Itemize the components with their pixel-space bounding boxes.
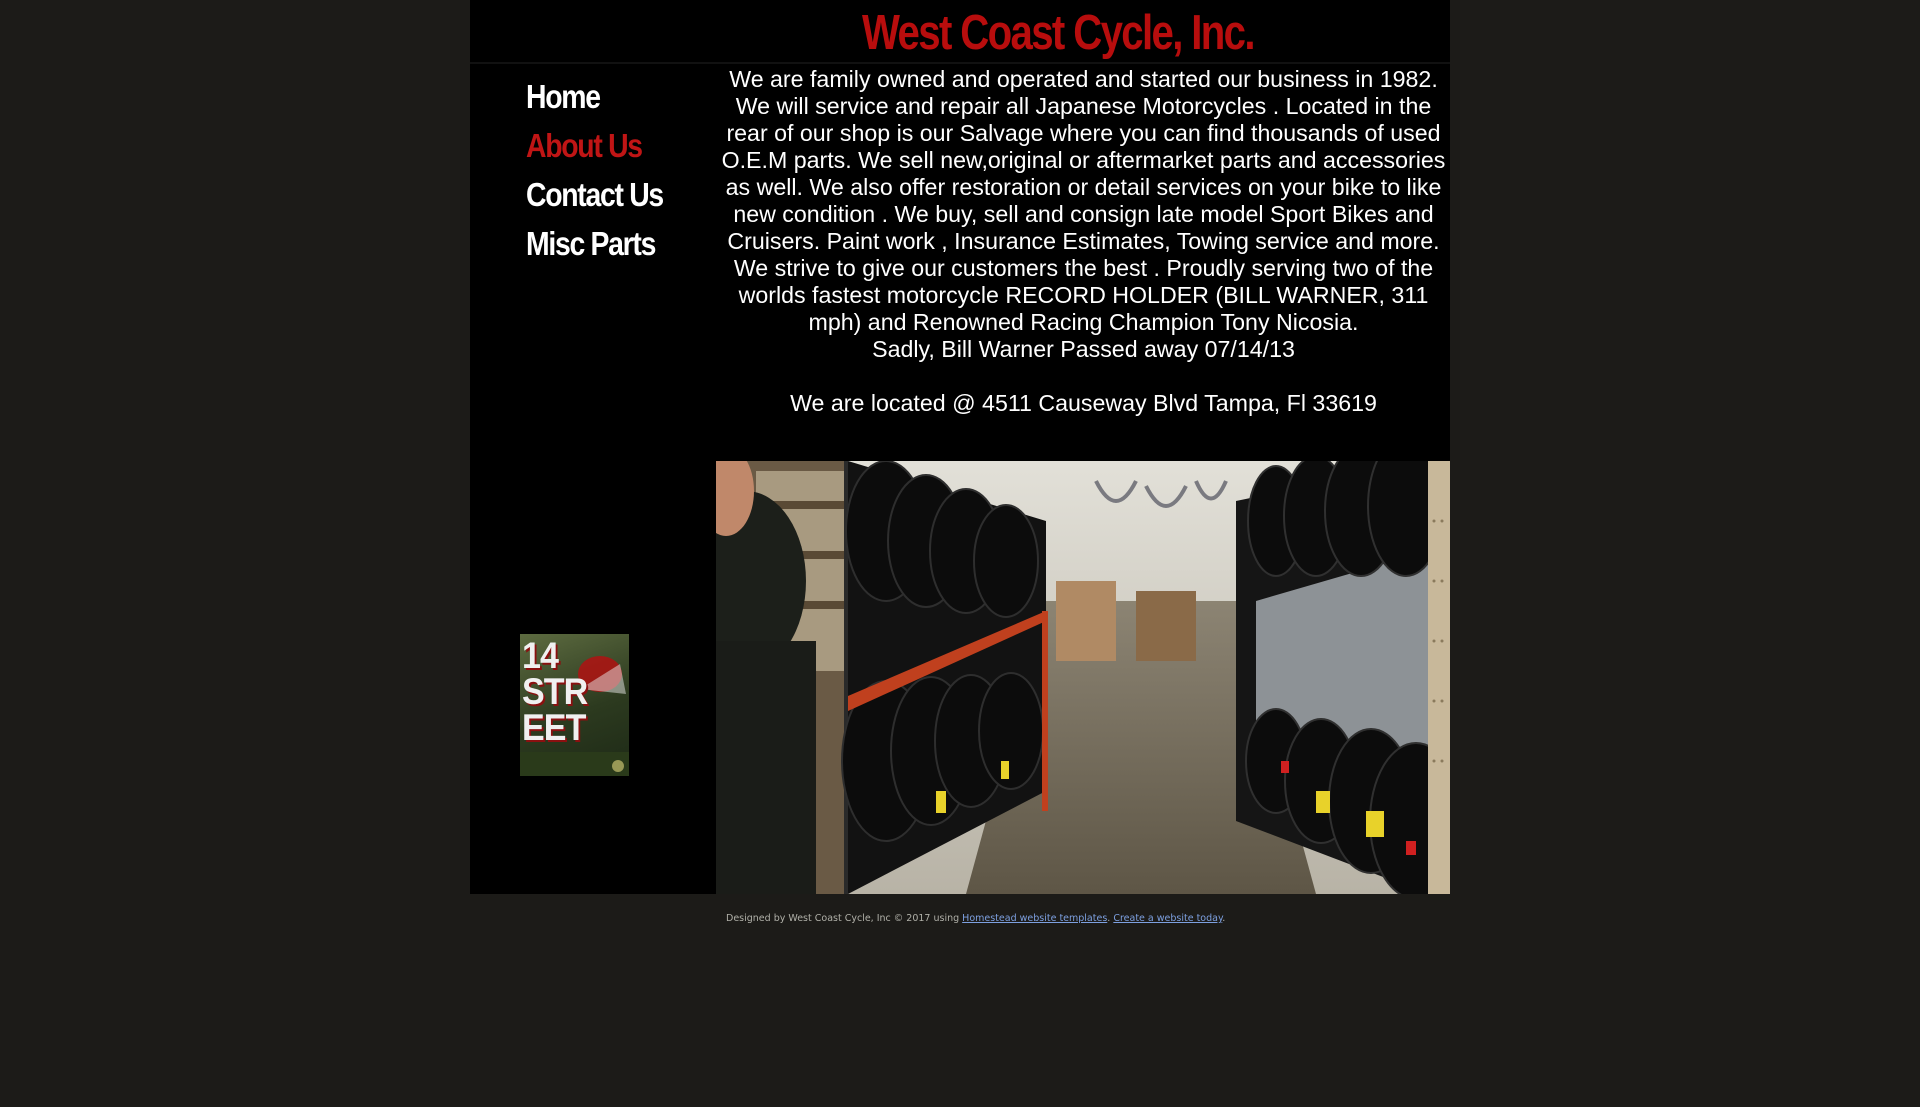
nav-about-us[interactable]: About Us xyxy=(526,121,698,170)
homestead-templates-link[interactable]: Homestead website templates xyxy=(962,913,1107,924)
badge-text: 14 STR EET xyxy=(522,635,588,748)
14-street-badge[interactable]: 14 STR EET xyxy=(520,634,629,776)
footer: Designed by West Coast Cycle, Inc © 2017… xyxy=(726,913,1426,924)
main-nav: Home About Us Contact Us Misc Parts xyxy=(526,72,726,268)
footer-credit: Designed by West Coast Cycle, Inc © 2017… xyxy=(726,913,963,924)
create-website-link[interactable]: Create a website today xyxy=(1113,913,1222,924)
memorial-line: Sadly, Bill Warner Passed away 07/14/13 xyxy=(872,336,1295,362)
about-text: We are family owned and operated and sta… xyxy=(716,66,1451,417)
about-paragraph: We are family owned and operated and sta… xyxy=(721,66,1446,335)
location-line: We are located @ 4511 Causeway Blvd Tamp… xyxy=(790,390,1377,416)
tire-storage-photo xyxy=(716,461,1450,894)
footer-suffix: . xyxy=(1222,913,1226,924)
nav-contact-us[interactable]: Contact Us xyxy=(526,170,698,219)
site-title: West Coast Cycle, Inc. xyxy=(862,6,1256,60)
photo-illustration xyxy=(716,461,1450,894)
nav-misc-parts[interactable]: Misc Parts xyxy=(526,219,698,268)
nav-home[interactable]: Home xyxy=(526,72,698,121)
